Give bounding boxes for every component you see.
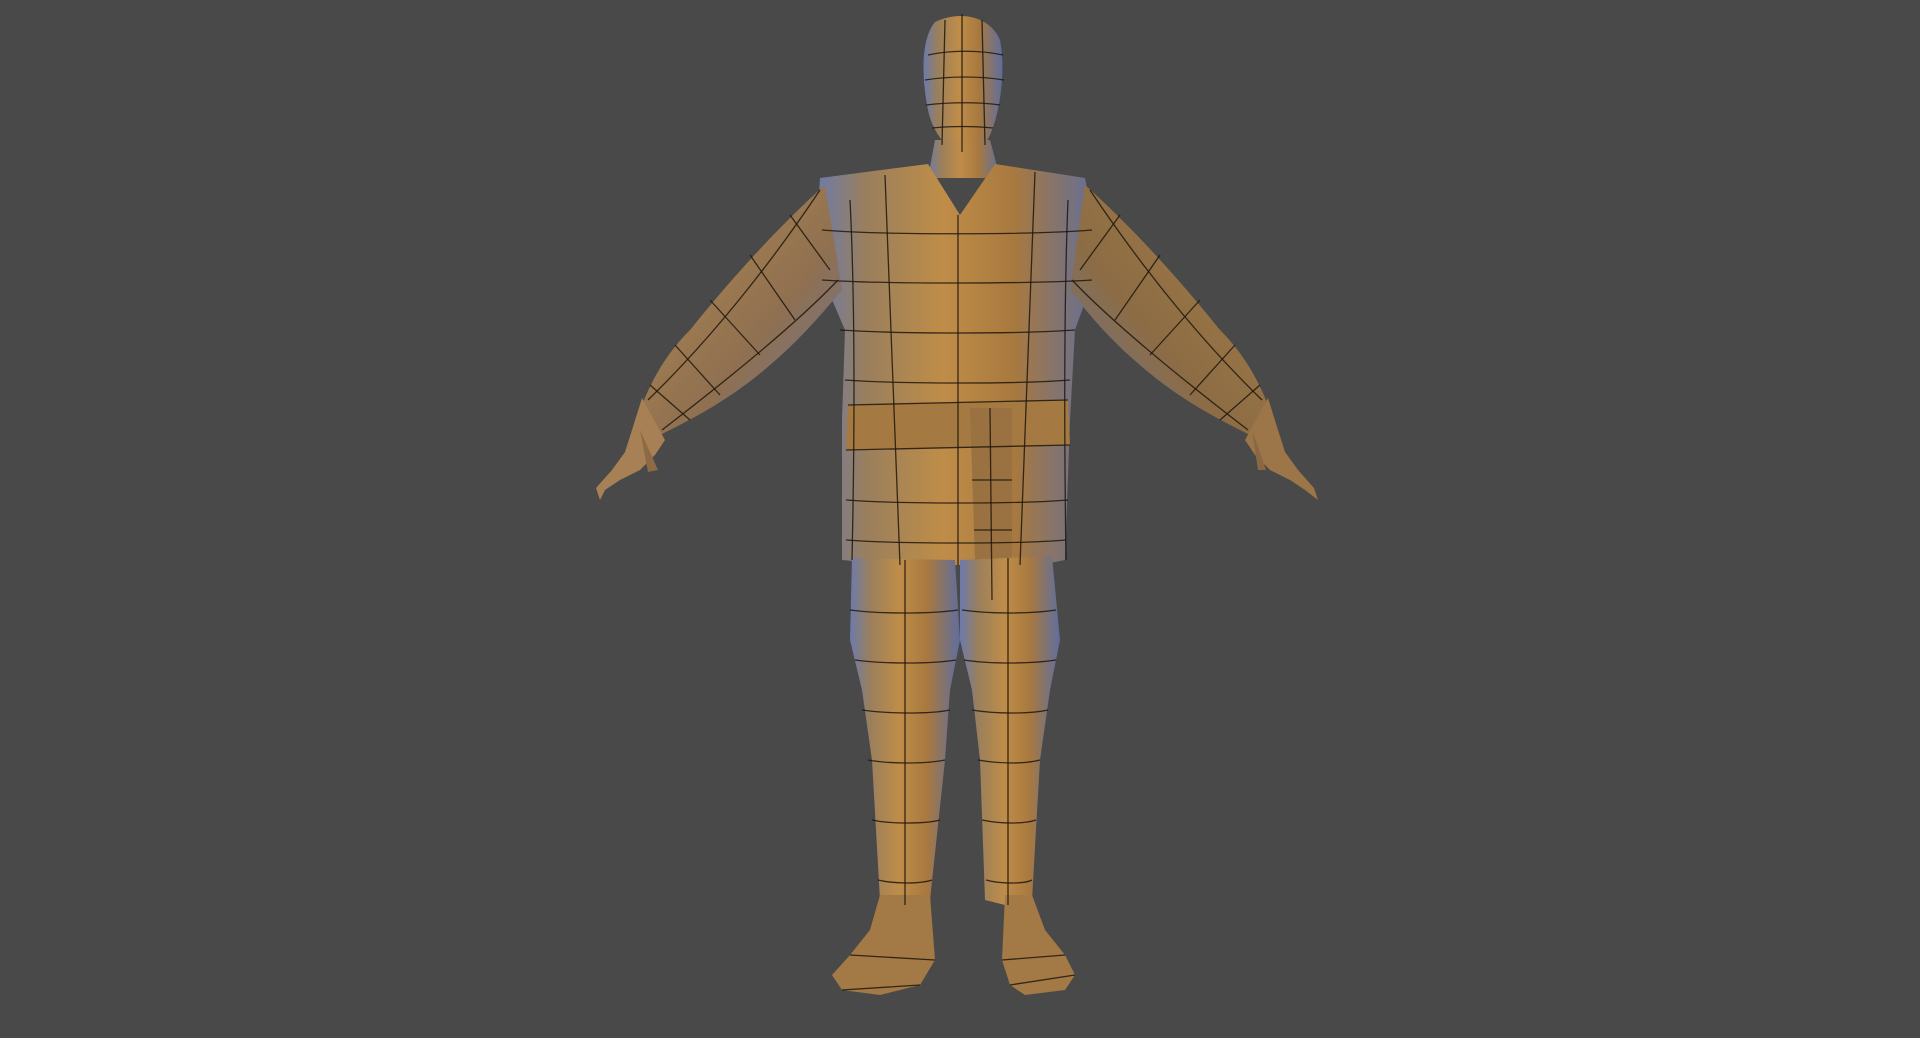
model-legs <box>832 556 1075 995</box>
character-model-render[interactable] <box>0 0 1920 1038</box>
3d-viewport[interactable] <box>0 0 1920 1038</box>
model-arm-left <box>596 185 842 500</box>
model-head <box>923 16 1003 178</box>
